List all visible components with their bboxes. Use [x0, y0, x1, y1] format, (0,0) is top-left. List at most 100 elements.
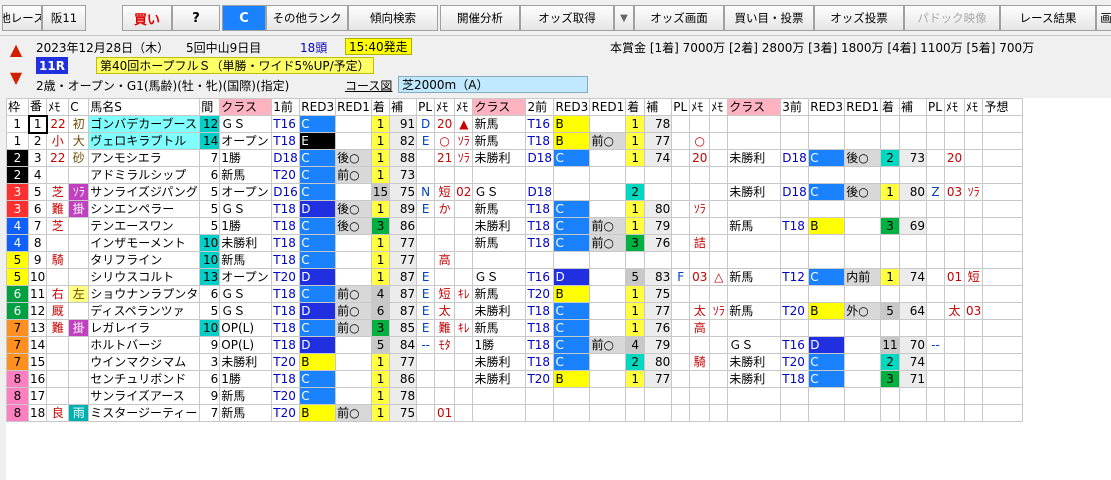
- prev-class-cell: 未勝利: [472, 302, 527, 320]
- column-header-13[interactable]: ﾒﾓ: [434, 98, 456, 116]
- prev-red1-cell: [844, 132, 882, 150]
- prev-memo2-cell: [964, 404, 984, 422]
- table-row[interactable]: 2 4 アドミラルシップ 6 新馬 T20 C 前○ 1 73: [6, 166, 1024, 184]
- column-header-2[interactable]: ﾒﾓ: [46, 98, 70, 116]
- column-header-25[interactable]: 3前: [780, 98, 810, 116]
- prev-red1-cell: [335, 115, 372, 133]
- prev-red1-cell: 前○: [335, 404, 372, 422]
- toolbar-button-4[interactable]: C: [222, 5, 266, 31]
- prev-class-cell: 新馬: [472, 200, 527, 218]
- table-row[interactable]: 4 8 インザモーメント 10 未勝利 T18 C 1 77 新馬 T18 C 前○ 3 76 詰: [6, 234, 1024, 252]
- column-header-9[interactable]: RED1: [335, 98, 372, 116]
- prev-memo-cell: 20: [689, 149, 711, 167]
- table-row[interactable]: 5 10 シリウスコルト 13 オープン T20 D 1 87 E ＧＳ T16 D 5 83 F 03 △ 新馬 T…: [6, 268, 1024, 286]
- toolbar-button-2[interactable]: 買い: [122, 5, 172, 31]
- column-header-31[interactable]: ﾒﾓ: [944, 98, 966, 116]
- prev-pl-cell: [926, 370, 946, 388]
- column-header-3[interactable]: C: [68, 98, 90, 116]
- table-row[interactable]: 8 18 良雨ミスタージーティー 7 新馬 T20 B 前○ 1 75 01: [6, 404, 1024, 422]
- toolbar-button-1[interactable]: 阪11: [42, 5, 86, 31]
- course-map-link[interactable]: コース図: [345, 77, 392, 94]
- column-header-20[interactable]: 補: [644, 98, 673, 116]
- toolbar-button-0[interactable]: 他レース: [2, 5, 42, 31]
- prev-red3-cell: [808, 132, 846, 150]
- column-header-17[interactable]: RED3: [553, 98, 591, 116]
- toolbar-button-10[interactable]: オッズ画面: [634, 5, 724, 31]
- prev-memo2-cell: [454, 268, 474, 286]
- memo-cell: 難: [46, 200, 70, 218]
- prev-race-arrow-icon[interactable]: ▲: [6, 39, 26, 59]
- column-header-22[interactable]: ﾒﾓ: [689, 98, 711, 116]
- column-header-24[interactable]: クラス: [727, 98, 782, 116]
- toolbar-button-3[interactable]: ?: [172, 5, 220, 31]
- column-header-15[interactable]: クラス: [472, 98, 527, 116]
- horse-number-cell: 16: [27, 370, 48, 388]
- toolbar-button-5[interactable]: その他ランク: [266, 5, 348, 31]
- prev-course-cell: T20: [525, 285, 555, 303]
- toolbar-button-8[interactable]: オッズ取得: [520, 5, 614, 31]
- toolbar-button-14[interactable]: レース結果: [1000, 5, 1096, 31]
- column-header-4[interactable]: 馬名S: [88, 98, 201, 116]
- toolbar-button-11[interactable]: 買い目・投票: [724, 5, 814, 31]
- column-header-19[interactable]: 着: [625, 98, 646, 116]
- column-header-11[interactable]: 補: [389, 98, 418, 116]
- table-row[interactable]: 4 7 芝テンエースワン 5 1勝 T18 C 後○ 3 86 未勝利 T18 C 前○ 1 79 新馬 T18 B…: [6, 217, 1024, 235]
- table-row[interactable]: 5 9 騎タリフライン 10 新馬 T18 C 1 77 高: [6, 251, 1024, 269]
- column-header-30[interactable]: PL: [926, 98, 946, 116]
- column-header-10[interactable]: 着: [370, 98, 391, 116]
- race-heads: 18頭: [300, 41, 328, 55]
- column-header-32[interactable]: ﾒﾓ: [964, 98, 984, 116]
- column-header-14[interactable]: ﾒﾓ: [454, 98, 474, 116]
- table-row[interactable]: 8 16 センチュリボンド 6 1勝 T18 C 1 86 未勝利 T20 B 1 77 未勝利 T18 C 3 7…: [6, 370, 1024, 388]
- prev-red3-cell: C: [299, 319, 337, 337]
- prev-memo-cell: [434, 166, 456, 184]
- prev-course-cell: T16: [780, 336, 810, 354]
- column-header-28[interactable]: 着: [880, 98, 901, 116]
- column-header-12[interactable]: PL: [416, 98, 436, 116]
- column-header-29[interactable]: 補: [899, 98, 928, 116]
- prev-class-cell: 1勝: [219, 217, 273, 235]
- column-header-6[interactable]: クラス: [219, 98, 273, 116]
- prev-pl-cell: [926, 115, 946, 133]
- column-header-23[interactable]: ﾒﾓ: [709, 98, 729, 116]
- column-header-7[interactable]: 1前: [271, 98, 301, 116]
- next-race-arrow-icon[interactable]: ▼: [6, 67, 26, 87]
- toolbar-button-6[interactable]: 傾向検索: [348, 5, 438, 31]
- prev-red3-cell: B: [553, 370, 591, 388]
- table-row[interactable]: 2 3 22 砂アンモシエラ 7 1勝 D18 C 後○ 1 88 21 ｿﾗ 未勝利 D18 C 1 74 20 未…: [6, 149, 1024, 167]
- column-header-27[interactable]: RED1: [844, 98, 882, 116]
- prev-memo-cell: [689, 115, 711, 133]
- column-header-18[interactable]: RED1: [589, 98, 627, 116]
- toolbar-button-9[interactable]: ▼: [614, 5, 634, 31]
- prev-red1-cell: 前○: [335, 302, 372, 320]
- table-row[interactable]: 6 12 厩ディスペランツァ 5 ＧＳ T18 D 前○ 6 87 E 太未勝利 T18 C 1 77 太ｿﾗ新…: [6, 302, 1024, 320]
- table-row[interactable]: 7 14 ホルトバージ 9 OP(L) T18 D 5 84 -- ﾓﾀ 1勝 T18 C 前○ 4 79 ＧＳ T…: [6, 336, 1024, 354]
- table-row[interactable]: 3 6 難掛シンエンペラー 5 ＧＳ T18 D 後○ 1 89 E か新馬 T18 C 1 80 ｿﾗ: [6, 200, 1024, 218]
- column-header-26[interactable]: RED3: [808, 98, 846, 116]
- table-row[interactable]: 1 2 小大ヴェロキラプトル 14 オープン T18 E 1 82 E ○ ｿﾗ 新馬 T18 B 前○ 1 77…: [6, 132, 1024, 150]
- column-header-8[interactable]: RED3: [299, 98, 337, 116]
- table-row[interactable]: 8 17 サンライズアース 9 新馬 T20 C 1 78: [6, 387, 1024, 405]
- prev-rating-cell: 77: [389, 251, 418, 269]
- prev-memo-cell: [944, 285, 966, 303]
- table-row[interactable]: 6 11 右左ショウナンラプンタ 6 ＧＳ T18 C 前○ 4 87 E 短ｷﾚ 新馬 T20 B 1 75: [6, 285, 1024, 303]
- prev-finish-cell: [880, 200, 901, 218]
- toolbar-button-7[interactable]: 開催分析: [440, 5, 520, 31]
- table-row[interactable]: 7 13 難掛レガレイラ 10 OP(L) T18 C 前○ 3 85 E 難ｷﾚ 新馬 T18 C 1 76 高: [6, 319, 1024, 337]
- column-header-1[interactable]: 番: [27, 98, 48, 116]
- column-header-0[interactable]: 枠: [6, 98, 29, 116]
- column-header-5[interactable]: 間: [199, 98, 221, 116]
- toolbar-button-15[interactable]: 画: [1096, 5, 1111, 31]
- waku-cell: 1: [6, 115, 29, 133]
- column-header-16[interactable]: 2前: [525, 98, 555, 116]
- prev-class-cell: 新馬: [727, 302, 782, 320]
- table-row[interactable]: 1 1 22 初ゴンバデカーブース 12 ＧＳ T16 C 1 91 D 20 ▲ 新馬 T16 B 1 78: [6, 114, 1024, 134]
- prev-pl-cell: [926, 132, 946, 150]
- toolbar-button-12[interactable]: オッズ投票: [814, 5, 904, 31]
- column-header-21[interactable]: PL: [671, 98, 691, 116]
- toolbar: 他レース阪11 買い?Cその他ランク傾向検索開催分析オッズ取得▼オッズ画面買い目・…: [0, 0, 1111, 36]
- column-header-33[interactable]: 予想: [982, 98, 1024, 116]
- table-row[interactable]: 3 5 芝ｿﾗ サンライズジパング 5 オープン D16 C 15 75 N 短 02 ＧＳ D18 2 未勝利…: [6, 183, 1024, 201]
- prev-red3-cell: [553, 166, 591, 184]
- table-row[interactable]: 7 15 ウインマクシマム 3 未勝利 T20 B 1 77 未勝利 T18 C 2 80 騎未勝利 T20 C…: [6, 353, 1024, 371]
